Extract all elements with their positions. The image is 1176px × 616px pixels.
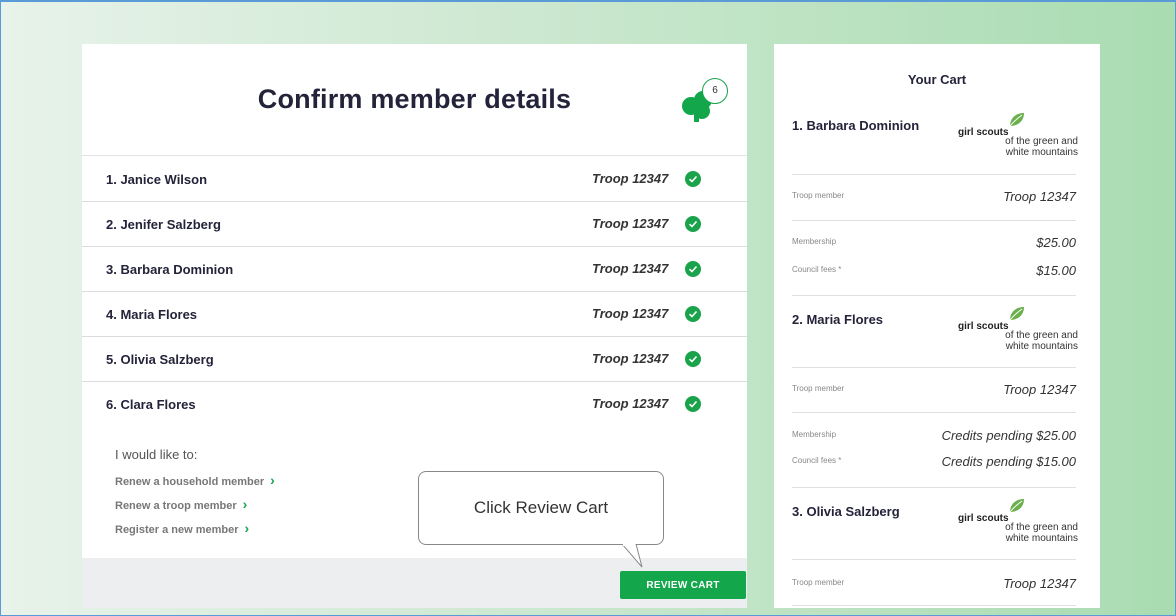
council-fees-value: Credits pending $15.00: [941, 454, 1076, 469]
review-cart-button[interactable]: REVIEW CART: [620, 571, 746, 599]
check-circle-icon: [685, 216, 701, 232]
divider: [792, 367, 1076, 368]
link-label: Renew a troop member: [115, 500, 237, 512]
cart-title: Your Cart: [907, 72, 967, 87]
member-troop: Troop 12347: [592, 351, 669, 366]
membership-label: Membership: [792, 237, 837, 246]
panel-header: Confirm member details 6: [82, 44, 747, 156]
logo-text: white mountains: [1005, 147, 1078, 158]
member-row[interactable]: 2. Jenifer Salzberg Troop 12347: [82, 202, 747, 247]
renew-troop-link[interactable]: Renew a troop member ›: [115, 496, 247, 512]
council-fees-label: Council fees *: [792, 265, 842, 274]
troop-member-label: Troop member: [792, 384, 845, 393]
member-name: 2. Jenifer Salzberg: [106, 217, 221, 232]
leaf-logo-icon: [1009, 307, 1024, 321]
logo-text: girl scouts: [958, 513, 1009, 524]
cart-member-name: 1. Barbara Dominion: [792, 118, 920, 133]
cart-member-name: 3. Olivia Salzberg: [792, 504, 900, 519]
member-name: 4. Maria Flores: [106, 307, 198, 322]
callout-tail: [622, 544, 643, 568]
logo-text: of the green and: [1005, 330, 1078, 341]
divider: [792, 412, 1076, 413]
troop-member-value: Troop 12347: [1003, 382, 1076, 397]
link-label: Register a new member: [115, 524, 239, 536]
member-troop: Troop 12347: [592, 216, 669, 231]
link-label: Renew a household member: [115, 476, 265, 488]
renew-household-link[interactable]: Renew a household member ›: [115, 472, 275, 488]
member-row[interactable]: 5. Olivia Salzberg Troop 12347: [82, 337, 747, 382]
member-troop: Troop 12347: [592, 396, 669, 411]
member-troop: Troop 12347: [592, 171, 669, 186]
member-name: 1. Janice Wilson: [106, 172, 208, 187]
divider: [792, 605, 1076, 606]
membership-label: Membership: [792, 430, 837, 439]
cart-member-name: 2. Maria Flores: [792, 312, 884, 327]
divider: [792, 487, 1076, 488]
troop-member-label: Troop member: [792, 191, 845, 200]
member-name: 6. Clara Flores: [106, 397, 196, 412]
logo-text: of the green and: [1005, 136, 1078, 147]
divider: [792, 295, 1076, 296]
chevron-right-icon: ›: [244, 520, 250, 536]
council-logo: girl scouts of the green and white mount…: [958, 498, 1078, 550]
leaf-logo-icon: [1009, 113, 1024, 127]
check-circle-icon: [685, 396, 701, 412]
options-label: I would like to:: [115, 447, 198, 462]
council-fees-label: Council fees *: [792, 456, 842, 465]
check-circle-icon: [685, 351, 701, 367]
leaf-logo-icon: [1009, 499, 1024, 513]
troop-member-label: Troop member: [792, 578, 845, 587]
cart-panel: Your Cart 1. Barbara Dominion girl scout…: [774, 44, 1100, 608]
member-row[interactable]: 1. Janice Wilson Troop 12347: [82, 157, 747, 202]
council-logo: girl scouts of the green and white mount…: [958, 306, 1078, 358]
logo-text: girl scouts: [958, 321, 1009, 332]
council-logo: girl scouts of the green and white mount…: [958, 112, 1078, 164]
divider: [792, 220, 1076, 221]
cart-count-badge: 6: [702, 78, 728, 104]
member-name: 3. Barbara Dominion: [106, 262, 234, 277]
member-troop: Troop 12347: [592, 261, 669, 276]
divider: [792, 559, 1076, 560]
member-name: 5. Olivia Salzberg: [106, 352, 214, 367]
council-fees-value: $15.00: [1036, 263, 1076, 278]
member-row[interactable]: 3. Barbara Dominion Troop 12347: [82, 247, 747, 292]
troop-member-value: Troop 12347: [1003, 576, 1076, 591]
register-new-link[interactable]: Register a new member ›: [115, 520, 249, 536]
instruction-callout: Click Review Cart: [418, 471, 664, 545]
membership-value: $25.00: [1036, 235, 1076, 250]
check-circle-icon: [685, 171, 701, 187]
page-title: Confirm member details: [257, 84, 572, 114]
logo-text: white mountains: [1005, 533, 1078, 544]
logo-text: white mountains: [1005, 341, 1078, 352]
member-row[interactable]: 6. Clara Flores Troop 12347: [82, 382, 747, 427]
membership-value: Credits pending $25.00: [941, 428, 1076, 443]
member-row[interactable]: 4. Maria Flores Troop 12347: [82, 292, 747, 337]
logo-text: of the green and: [1005, 522, 1078, 533]
member-troop: Troop 12347: [592, 306, 669, 321]
check-circle-icon: [685, 261, 701, 277]
check-circle-icon: [685, 306, 701, 322]
divider: [792, 174, 1076, 175]
troop-member-value: Troop 12347: [1003, 189, 1076, 204]
logo-text: girl scouts: [958, 127, 1009, 138]
chevron-right-icon: ›: [270, 472, 275, 488]
chevron-right-icon: ›: [242, 496, 248, 512]
